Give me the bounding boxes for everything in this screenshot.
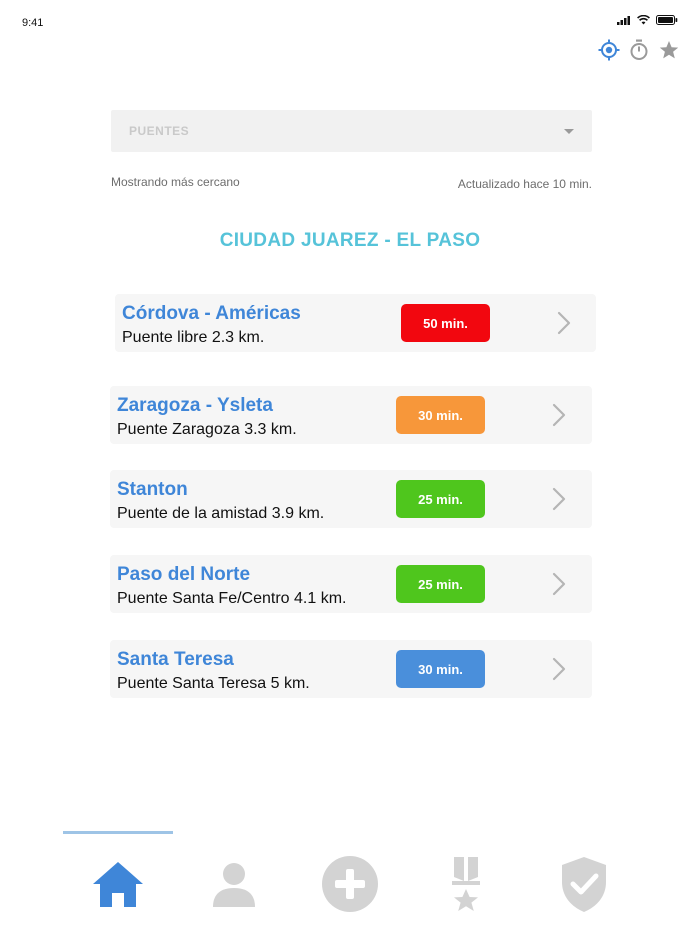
chevron-right-icon <box>552 487 566 511</box>
tab-add[interactable] <box>318 852 382 916</box>
favorites-button[interactable] <box>658 39 680 61</box>
location-icon <box>598 39 620 61</box>
crossing-detail: Puente de la amistad 3.9 km. <box>117 505 325 522</box>
stopwatch-icon <box>630 39 648 60</box>
updated-info: Actualizado hace 10 min. <box>457 177 592 191</box>
crossing-detail: Puente Santa Fe/Centro 4.1 km. <box>117 590 347 607</box>
chevron-down-icon <box>564 129 574 134</box>
tab-home[interactable] <box>86 852 150 916</box>
chevron-right-icon <box>552 572 566 596</box>
crossing-card[interactable]: Paso del Norte Puente Santa Fe/Centro 4.… <box>110 555 592 613</box>
top-actions <box>598 39 680 61</box>
status-bar: 9:41 <box>0 0 700 40</box>
medal-icon <box>452 857 480 911</box>
timer-button[interactable] <box>628 39 650 61</box>
crossing-name: Santa Teresa <box>117 649 234 670</box>
bridge-type-select[interactable]: PUENTES <box>111 110 592 152</box>
crossing-card[interactable]: Córdova - Américas Puente libre 2.3 km. … <box>115 294 596 352</box>
wait-time-badge: 25 min. <box>396 480 485 518</box>
chevron-right-icon <box>557 311 571 335</box>
crossing-detail: Puente Zaragoza 3.3 km. <box>117 421 297 438</box>
wait-time-badge: 25 min. <box>396 565 485 603</box>
location-button[interactable] <box>598 39 620 61</box>
crossing-detail: Puente Santa Teresa 5 km. <box>117 675 310 692</box>
wait-time-badge: 30 min. <box>396 650 485 688</box>
wait-time-badge: 30 min. <box>396 396 485 434</box>
crossing-card[interactable]: Santa Teresa Puente Santa Teresa 5 km. 3… <box>110 640 592 698</box>
chevron-right-icon <box>552 657 566 681</box>
home-icon <box>93 862 143 907</box>
crossing-card[interactable]: Zaragoza - Ysleta Puente Zaragoza 3.3 km… <box>110 386 592 444</box>
sort-info: Mostrando más cercano <box>111 175 240 189</box>
wifi-icon <box>637 15 650 25</box>
crossing-detail: Puente libre 2.3 km. <box>122 329 265 346</box>
signal-icon <box>617 15 630 25</box>
tab-profile[interactable] <box>202 852 266 916</box>
crossing-name: Zaragoza - Ysleta <box>117 395 273 416</box>
tab-bar <box>0 852 700 922</box>
active-tab-indicator <box>63 831 173 834</box>
crossing-card[interactable]: Stanton Puente de la amistad 3.9 km. 25 … <box>110 470 592 528</box>
shield-check-icon <box>562 857 606 912</box>
crossing-name: Córdova - Américas <box>122 303 301 324</box>
user-icon <box>213 863 255 907</box>
crossing-name: Paso del Norte <box>117 564 251 585</box>
status-icons <box>617 15 678 25</box>
battery-icon <box>656 15 678 25</box>
region-title: CIUDAD JUAREZ - EL PASO <box>219 230 481 251</box>
star-icon <box>659 41 679 59</box>
crossing-name: Stanton <box>117 479 188 500</box>
tab-security[interactable] <box>552 852 616 916</box>
chevron-right-icon <box>552 403 566 427</box>
tab-rewards[interactable] <box>434 852 498 916</box>
status-time: 9:41 <box>22 17 44 29</box>
wait-time-badge: 50 min. <box>401 304 490 342</box>
add-icon <box>322 856 378 912</box>
select-value: PUENTES <box>129 124 190 138</box>
